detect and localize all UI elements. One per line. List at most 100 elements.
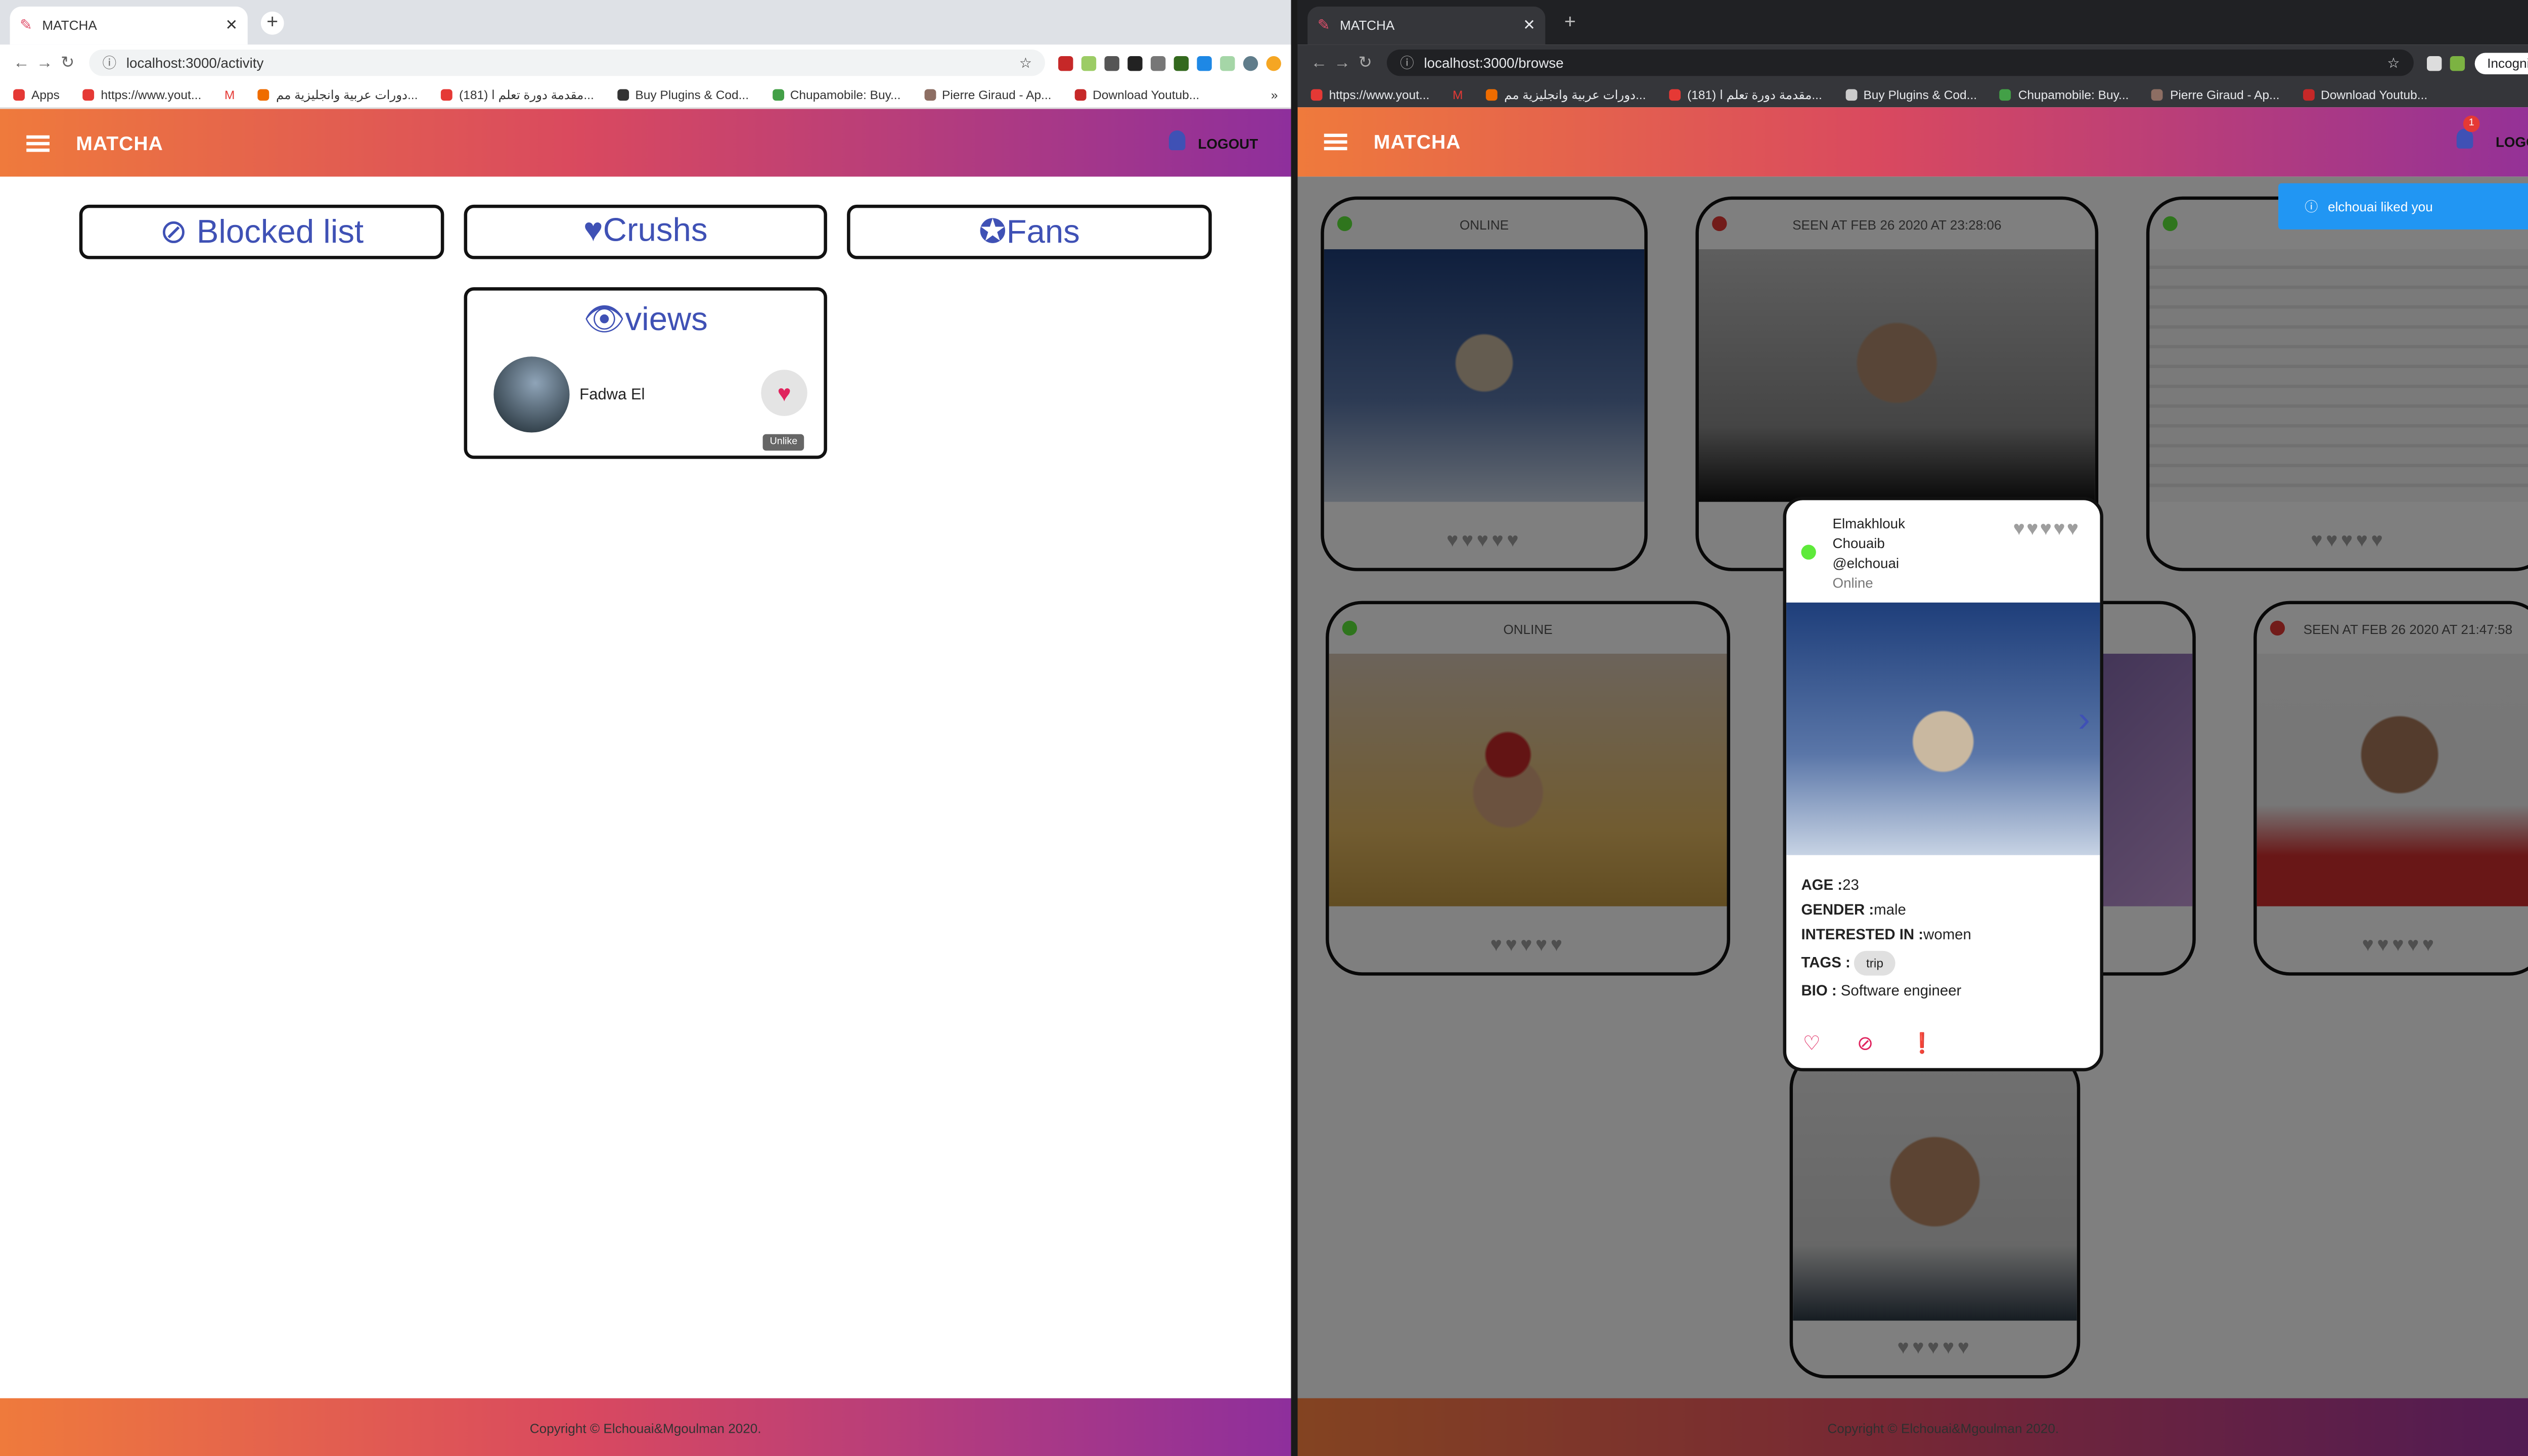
crushs-button[interactable]: ♥Crushs xyxy=(464,204,827,259)
heart-icon: ♥ xyxy=(777,380,791,406)
views-panel: 👁views Fadwa El ♥ Unlike xyxy=(464,287,827,459)
bookmark-plugins[interactable]: Buy Plugins & Cod... xyxy=(617,86,749,102)
bookmark-chupamobile[interactable]: Chupamobile: Buy... xyxy=(772,86,900,102)
tab-title: MATCHA xyxy=(42,18,97,33)
star-icon[interactable]: ☆ xyxy=(2387,54,2400,72)
url-text: localhost:3000/activity xyxy=(126,54,264,71)
popup-actions: ♡ ⊘ ❗ xyxy=(1803,1032,1935,1055)
incognito-badge[interactable]: Incognito xyxy=(2474,52,2528,74)
extensions xyxy=(1058,55,1281,70)
star-icon[interactable]: ☆ xyxy=(1019,54,1032,72)
close-icon[interactable]: ✕ xyxy=(225,17,238,35)
profile-avatar[interactable] xyxy=(1243,55,1258,70)
blocked-list-button[interactable]: ⊘ Blocked list xyxy=(79,204,444,259)
notification-icon[interactable] xyxy=(1168,130,1186,151)
browser-window-browse: ✎ MATCHA ✕ + ← → ↻ ⓘ localhost:3000/brow… xyxy=(1297,0,2528,1456)
bookmark-pierre-giraud[interactable]: Pierre Giraud - Ap... xyxy=(924,86,1051,102)
bio-value: Software engineer xyxy=(1836,982,1962,999)
footer: Copyright © Elchouai&Mgoulman 2020. xyxy=(0,1398,1291,1456)
menu-icon[interactable] xyxy=(1324,130,1347,154)
bookmark-download-youtube[interactable]: Download Youtub... xyxy=(1074,86,1199,102)
tags-label: TAGS : xyxy=(1801,954,1850,971)
extension-icon[interactable] xyxy=(2426,55,2441,70)
popup-header: Elmakhlouk Chouaib @elchouai Online xyxy=(1832,514,1905,593)
bookmark-gmail[interactable]: M xyxy=(1453,86,1463,101)
extension-icon[interactable] xyxy=(1150,55,1166,70)
view-user-item[interactable]: Fadwa El xyxy=(493,356,645,433)
bookmark-youtube[interactable]: https://www.yout... xyxy=(82,86,201,102)
back-icon[interactable]: ← xyxy=(10,54,33,72)
gender-value: male xyxy=(1874,901,1906,918)
logout-button[interactable]: LOGOUT xyxy=(2496,133,2528,150)
app-title: MATCHA xyxy=(76,132,163,155)
popup-last-name: Chouaib xyxy=(1832,534,1885,552)
report-icon[interactable]: ❗ xyxy=(1910,1032,1934,1055)
address-bar[interactable]: ⓘ localhost:3000/browse ☆ xyxy=(1386,49,2413,76)
window-divider xyxy=(1291,0,1298,1456)
rating-hearts: ♥♥♥♥♥ xyxy=(2013,517,2081,540)
forward-icon[interactable]: → xyxy=(33,54,56,72)
tab-strip: ✎ MATCHA ✕ + xyxy=(1297,0,2528,45)
app-header: MATCHA 1 LOGOUT xyxy=(1297,107,2528,177)
bookmarks-overflow[interactable]: » xyxy=(1271,86,1278,101)
bookmark-intro-course[interactable]: (181) مقدمة دورة تعلم ا... xyxy=(1669,86,1822,102)
bookmark-intro-course[interactable]: (181) مقدمة دورة تعلم ا... xyxy=(441,86,594,102)
avatar xyxy=(493,356,570,433)
reload-icon[interactable]: ↻ xyxy=(1354,54,1377,72)
extension-icon[interactable] xyxy=(1058,55,1073,70)
notification-badge: 1 xyxy=(2463,115,2480,132)
like-icon[interactable]: ♡ xyxy=(1803,1032,1821,1055)
age-value: 23 xyxy=(1842,876,1859,893)
bookmark-chupamobile[interactable]: Chupamobile: Buy... xyxy=(2000,86,2129,102)
fans-button[interactable]: ✪Fans xyxy=(847,204,1212,259)
app-header: MATCHA LOGOUT xyxy=(0,109,1291,178)
reload-icon[interactable]: ↻ xyxy=(56,54,79,72)
forward-icon[interactable]: → xyxy=(1331,54,1354,72)
block-icon[interactable]: ⊘ xyxy=(1857,1032,1874,1055)
extension-icon[interactable] xyxy=(1220,55,1235,70)
extension-icon[interactable] xyxy=(1081,55,1097,70)
tag-chip[interactable]: trip xyxy=(1855,950,1895,976)
new-tab-button[interactable]: + xyxy=(1558,11,1582,35)
view-user-name: Fadwa El xyxy=(579,385,645,404)
bookmark-arabic-courses[interactable]: دورات عربية وانجليزية مم... xyxy=(258,86,418,102)
address-bar[interactable]: ⓘ localhost:3000/activity ☆ xyxy=(89,49,1045,76)
bookmark-gmail[interactable]: M xyxy=(224,86,235,101)
url-text: localhost:3000/browse xyxy=(1424,54,1564,71)
popup-status: Online xyxy=(1832,574,1873,591)
unlike-button[interactable]: ♥ xyxy=(761,370,807,416)
extension-icon[interactable] xyxy=(1104,55,1119,70)
tab-strip: ✎ MATCHA ✕ + xyxy=(0,0,1291,45)
logout-button[interactable]: LOGOUT xyxy=(1198,135,1258,152)
extension-icon[interactable] xyxy=(1173,55,1189,70)
bookmark-plugins[interactable]: Buy Plugins & Cod... xyxy=(1845,86,1977,102)
info-icon: ⓘ xyxy=(102,54,117,71)
update-icon[interactable] xyxy=(1266,55,1281,70)
bookmark-apps[interactable]: Apps xyxy=(13,86,60,102)
bookmark-youtube[interactable]: https://www.yout... xyxy=(1311,86,1429,102)
extension-icon[interactable] xyxy=(2449,55,2464,70)
extension-icon[interactable] xyxy=(1127,55,1143,70)
chevron-right-icon[interactable]: › xyxy=(2078,698,2090,741)
close-icon[interactable]: ✕ xyxy=(1523,17,1536,35)
notification-toast[interactable]: ⓘ elchouai liked you xyxy=(2278,183,2528,230)
toolbar: ← → ↻ ⓘ localhost:3000/activity ☆ xyxy=(0,44,1291,81)
menu-icon[interactable] xyxy=(26,131,50,155)
views-title[interactable]: 👁views xyxy=(467,299,824,340)
extension-icon[interactable] xyxy=(1197,55,1212,70)
popup-photo xyxy=(1786,602,2100,855)
tab-matcha[interactable]: ✎ MATCHA ✕ xyxy=(1307,7,1546,45)
bookmarks-bar: https://www.yout... M دورات عربية وانجلي… xyxy=(1297,80,2528,108)
matcha-favicon-icon: ✎ xyxy=(1317,16,1330,33)
interest-value: women xyxy=(1923,926,1971,943)
bookmark-pierre-giraud[interactable]: Pierre Giraud - Ap... xyxy=(2152,86,2280,102)
extensions xyxy=(2426,55,2464,70)
bookmark-arabic-courses[interactable]: دورات عربية وانجليزية مم... xyxy=(1486,86,1646,102)
back-icon[interactable]: ← xyxy=(1307,54,1331,72)
bio-label: BIO : xyxy=(1801,982,1837,999)
new-tab-button[interactable]: + xyxy=(260,11,284,35)
bookmark-download-youtube[interactable]: Download Youtub... xyxy=(2303,86,2427,102)
popup-details: AGE :23 GENDER :male INTERESTED IN :wome… xyxy=(1801,873,1971,1004)
tab-matcha[interactable]: ✎ MATCHA ✕ xyxy=(10,7,248,45)
info-icon: ⓘ xyxy=(1400,54,1414,71)
